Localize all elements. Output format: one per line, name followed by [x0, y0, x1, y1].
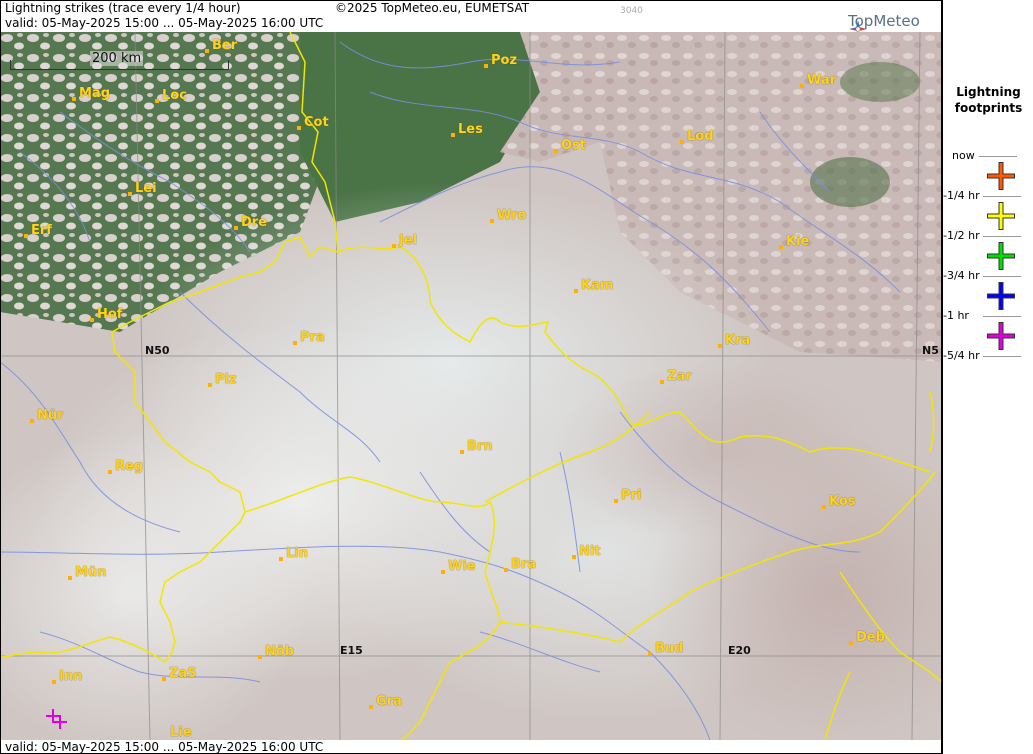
city-wie: Wie [441, 559, 476, 574]
city-les: Les [451, 122, 483, 137]
city-plz: Plz [208, 372, 237, 387]
city-lod: Lod [680, 129, 714, 144]
city-nit: Nit [572, 544, 601, 559]
city-reg: Reg [108, 459, 143, 474]
legend-title: Lightning footprints [943, 84, 1033, 116]
city-brn: Brn [460, 439, 493, 454]
city-kos: Kos [822, 494, 856, 509]
legend-cross-icon [987, 322, 1015, 350]
city-nob: Nöb [258, 644, 294, 659]
satellite-map[interactable]: 200 km N50 N5 E15 E20 Ber Poz War Mag Lo… [0, 32, 942, 740]
grid-label-n50-right: N5 [922, 344, 939, 357]
legend-cross-icon [987, 282, 1015, 310]
city-kra: Kra [718, 333, 750, 348]
legend-title-line1: Lightning [956, 85, 1021, 99]
copyright-text: ©2025 TopMeteo.eu, EUMETSAT [335, 1, 530, 15]
legend-label-1: -1/4 hr [943, 189, 980, 202]
legend-label-4: -1 hr [943, 309, 969, 322]
legend-separator [983, 276, 1021, 277]
legend-label-2: -1/2 hr [943, 229, 980, 242]
city-ber: Ber [205, 38, 237, 53]
footer-bar: valid: 05-May-2025 15:00 ... 05-May-2025… [0, 740, 942, 754]
city-kam: Kam [574, 278, 613, 293]
city-gra: Gra [369, 694, 402, 709]
legend-panel: Lightning footprints now -1/4 hr -1/2 hr -3… [942, 0, 1033, 754]
city-wro: Wro [490, 208, 526, 223]
legend-separator [979, 156, 1017, 157]
header-bar: Lightning strikes (trace every 1/4 hour)… [0, 0, 942, 38]
grid-label-e15: E15 [340, 644, 363, 657]
city-hof: Hof [90, 307, 122, 322]
city-bra: Bra [504, 557, 536, 572]
lightning-strike-marker [46, 709, 67, 729]
legend-cross-icon [987, 242, 1015, 270]
city-erf: Erf [24, 223, 52, 238]
scale-label: 200 km [90, 51, 144, 66]
map-title: Lightning strikes (trace every 1/4 hour) [5, 1, 241, 15]
legend-separator [983, 316, 1021, 317]
city-kie: Kie [779, 234, 809, 249]
city-lei: Lei [128, 181, 157, 196]
valid-time-bottom: valid: 05-May-2025 15:00 ... 05-May-2025… [5, 740, 324, 754]
legend-separator [983, 196, 1021, 197]
city-zas: ZaS [162, 666, 197, 681]
legend-label-3: -3/4 hr [943, 269, 980, 282]
legend-cross-icon [987, 202, 1015, 230]
city-cot: Cot [297, 115, 329, 130]
city-jel: Jel [392, 233, 417, 248]
legend-separator [983, 356, 1021, 357]
city-pra: Pra [293, 330, 325, 345]
city-lin: Lin [279, 546, 308, 561]
city-nur: Nür [30, 408, 64, 423]
city-war: War [800, 73, 836, 88]
legend-cross-icon [987, 162, 1015, 190]
valid-time-top: valid: 05-May-2025 15:00 ... 05-May-2025… [5, 16, 324, 30]
city-loc: Loc [155, 88, 187, 103]
city-pri: Pri [614, 488, 641, 503]
city-poz: Poz [484, 53, 517, 68]
city-dre: Dre [234, 215, 267, 230]
city-mun: Mün [68, 565, 106, 580]
city-mag: Mag [72, 86, 110, 101]
city-inn: Inn [52, 669, 82, 684]
legend-label-5: -5/4 hr [943, 349, 980, 362]
grid-label-n50: N50 [145, 344, 170, 357]
city-zar: Zar [660, 369, 692, 384]
legend-title-line2: footprints [954, 101, 1023, 115]
city-ost: Ost [554, 138, 586, 153]
grid-label-e20: E20 [728, 644, 751, 657]
legend-label-0: now [952, 149, 975, 162]
map-layer [0, 32, 942, 740]
legend-separator [983, 236, 1021, 237]
city-bud: Bud [648, 641, 683, 656]
city-deb: Deb [849, 630, 885, 645]
city-lie: Lie [170, 725, 192, 740]
product-code: 3040 [620, 6, 643, 16]
